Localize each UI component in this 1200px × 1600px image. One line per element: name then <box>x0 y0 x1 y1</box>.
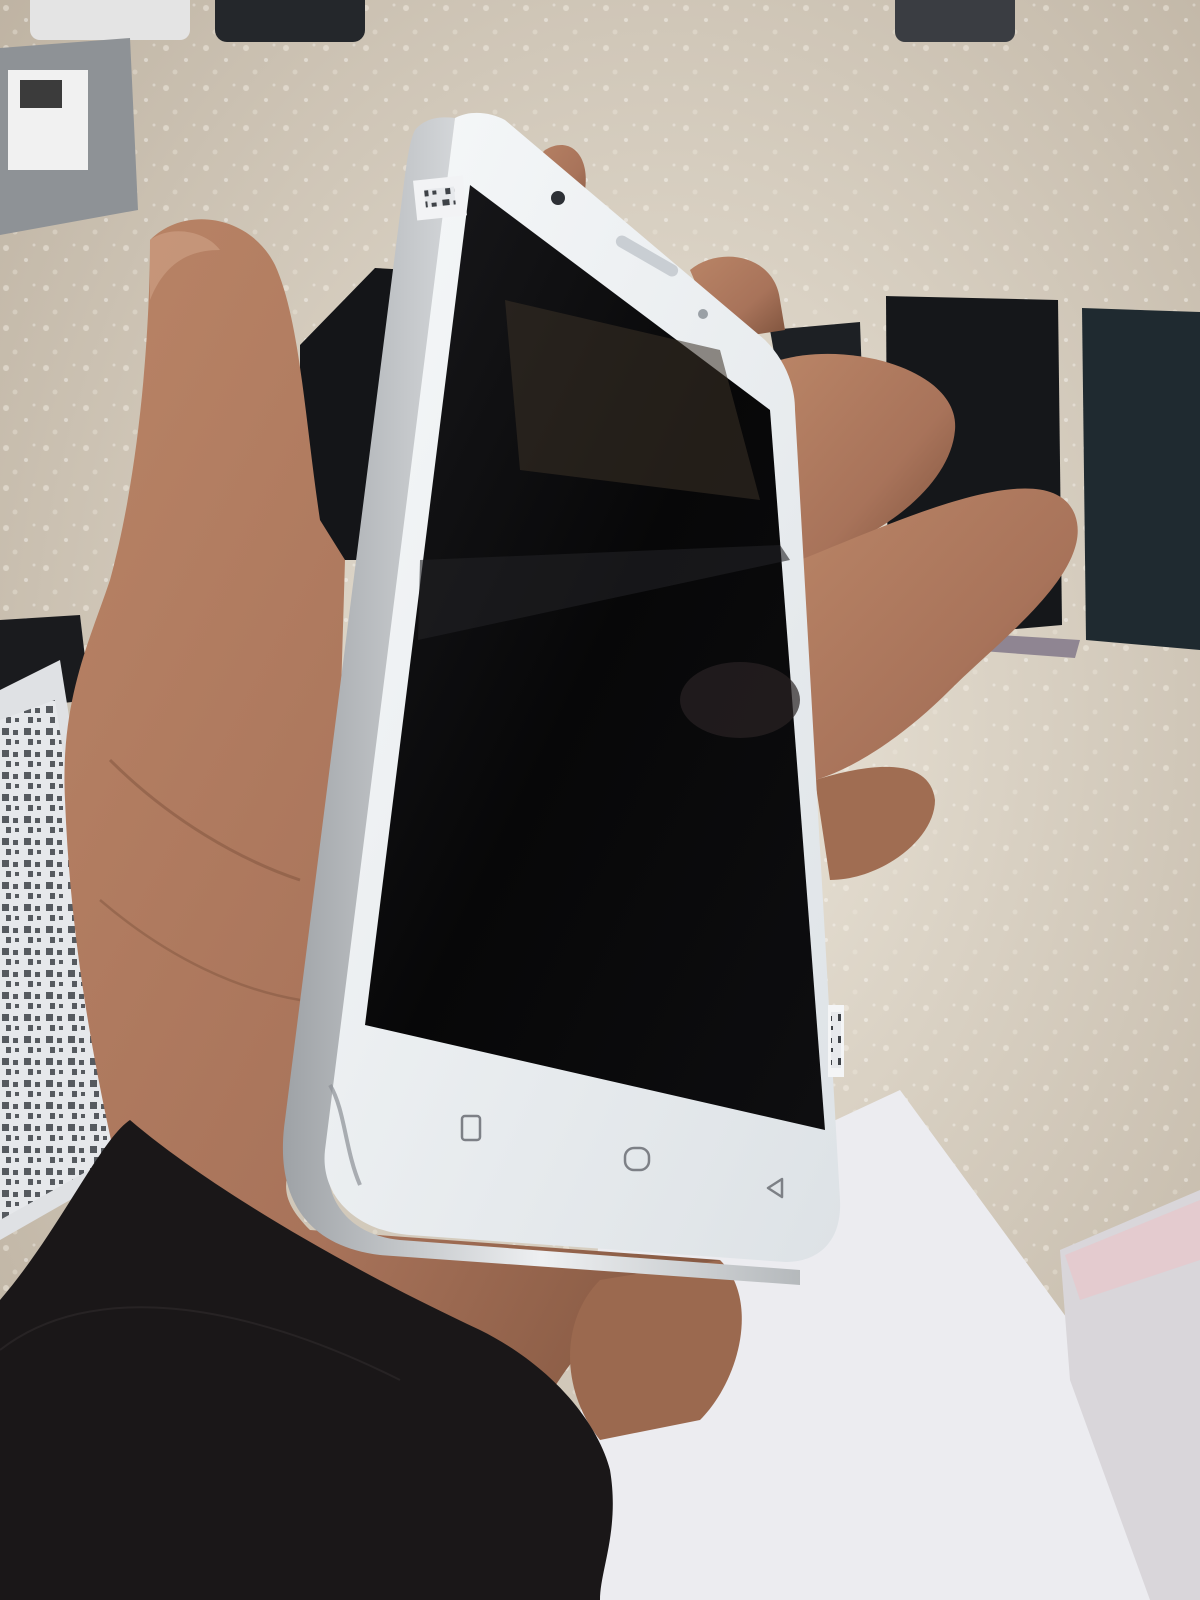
front-camera <box>551 191 565 205</box>
photo-scene <box>0 0 1200 1600</box>
proximity-sensor <box>698 309 708 319</box>
photo-illustration <box>0 0 1200 1600</box>
